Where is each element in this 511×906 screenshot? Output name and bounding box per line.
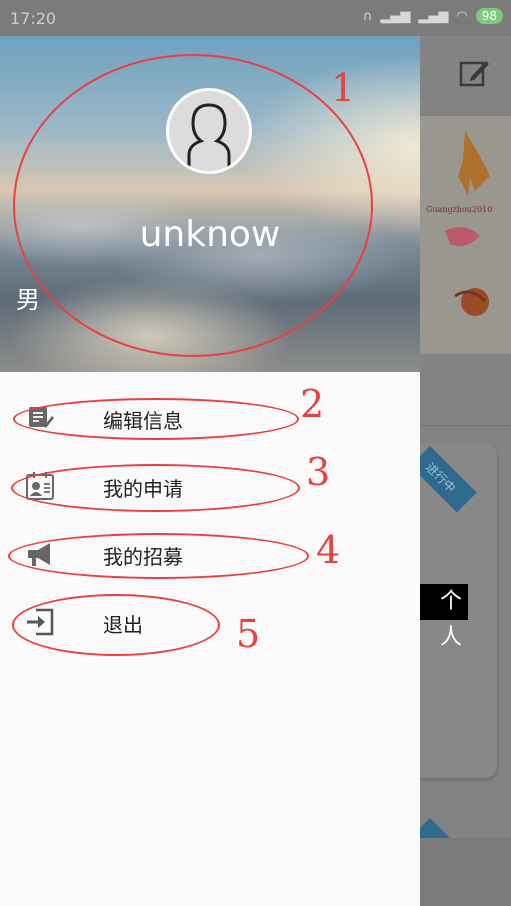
battery-indicator: 98 (475, 8, 503, 24)
status-bar: 17:20 ∩ ▂▄▆ ▂▄▆ ◠ 98 (0, 0, 511, 36)
annotation-ellipse-3 (11, 464, 300, 512)
annotation-ellipse-1 (13, 54, 373, 357)
annotation-number-1: 1 (331, 66, 356, 110)
annotation-number-3: 3 (306, 450, 331, 494)
headset-icon: ∩ (362, 8, 373, 24)
annotation-number-2: 2 (300, 382, 325, 426)
background-banner: Guangzhou2010 (420, 116, 511, 354)
compose-icon[interactable] (459, 57, 491, 89)
annotation-ellipse-4 (8, 533, 309, 579)
background-label: 个人 (420, 584, 468, 650)
background-divider (420, 425, 511, 426)
gender-label: 男 (16, 286, 40, 314)
banner-caption: Guangzhou2010 (426, 205, 492, 214)
annotation-ellipse-5 (12, 594, 220, 656)
signal-icon-2: ▂▄▆ (418, 8, 449, 24)
annotation-ellipse-2 (13, 398, 299, 440)
annotation-number-4: 4 (316, 528, 341, 572)
signal-icon: ▂▄▆ (380, 8, 411, 24)
status-icons: ∩ ▂▄▆ ▂▄▆ ◠ 98 (363, 8, 503, 24)
annotation-number-5: 5 (236, 612, 261, 656)
background-bottom-bar (420, 838, 511, 906)
wifi-icon: ◠ (456, 8, 468, 24)
status-time: 17:20 (10, 9, 57, 28)
